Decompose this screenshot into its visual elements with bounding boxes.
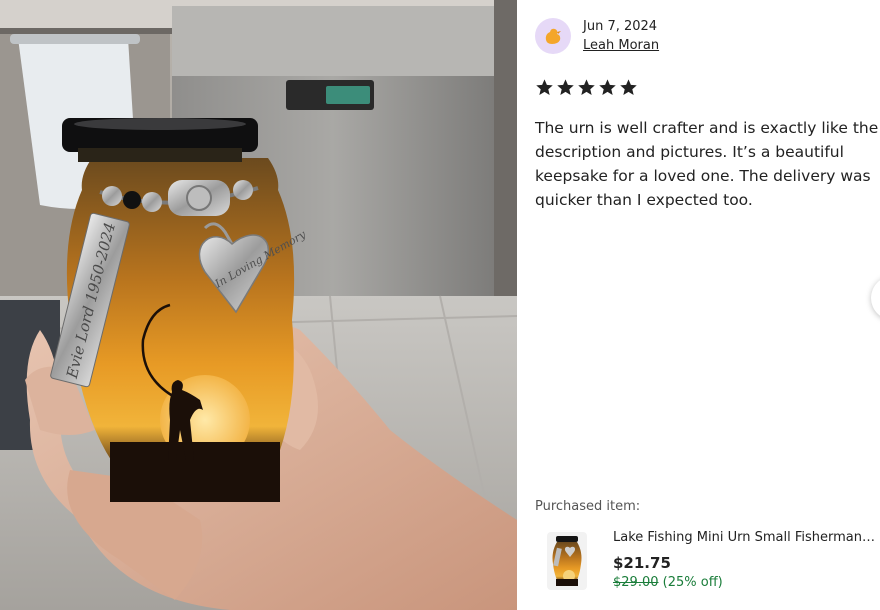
purchased-item-thumbnail[interactable] [547, 532, 587, 590]
star-icon [557, 79, 574, 96]
star-icon [578, 79, 595, 96]
price-details: $29.00 (25% off) [613, 575, 723, 590]
original-price: $29.00 [613, 575, 659, 590]
review-photo-illustration: Evie Lord 1950-2024 In Loving Memory [0, 0, 517, 610]
next-photo-button[interactable] [871, 276, 880, 320]
sale-price: $21.75 [613, 554, 671, 572]
star-icon [536, 79, 553, 96]
star-icon [620, 79, 637, 96]
purchased-item-label: Purchased item: [535, 499, 641, 514]
reviewer-name-link[interactable]: Leah Moran [583, 38, 659, 53]
review-text: The urn is well crafter and is exactly l… [535, 119, 879, 209]
purchased-item-title-link[interactable]: Lake Fishing Mini Urn Small Fisherman Ur… [613, 530, 875, 545]
reviewer-avatar[interactable] [535, 18, 571, 54]
urn-thumbnail-image [547, 532, 587, 590]
bird-icon [545, 28, 561, 44]
review-photo[interactable]: Evie Lord 1950-2024 In Loving Memory [0, 0, 517, 610]
star-rating [535, 78, 638, 97]
review-date: Jun 7, 2024 [583, 19, 658, 34]
discount-percentage: (25% off) [662, 575, 723, 590]
review-panel: Jun 7, 2024 Leah Moran The urn is well c… [517, 0, 880, 610]
star-icon [599, 79, 616, 96]
